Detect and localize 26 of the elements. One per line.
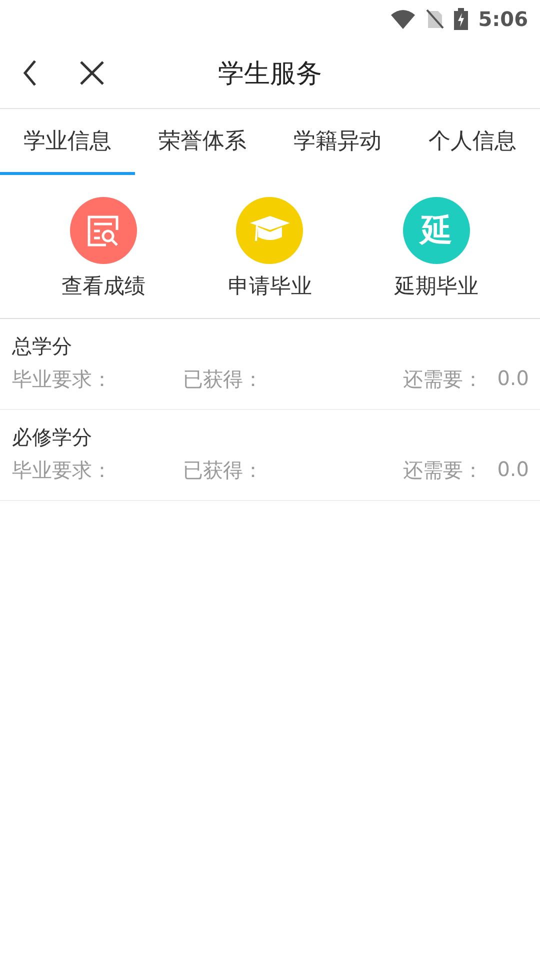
no-sim-icon [426,9,444,29]
field-label: 已获得： [183,366,263,393]
field-value: 0.0 [497,366,529,392]
tab[interactable]: 学籍异动 [270,109,405,175]
service-label[interactable]: 申请毕业 [228,272,312,300]
field-label: 还需要： [403,366,484,393]
tab[interactable]: 个人信息 [405,109,540,175]
service-label[interactable]: 延期毕业 [394,272,479,300]
field-label: 毕业要求： [12,457,112,484]
field-value: 0.0 [497,457,529,483]
service-label[interactable]: 查看成绩 [61,272,146,300]
wifi-icon [390,9,416,29]
service-glyph: 延 [420,210,453,250]
document-search-icon [86,214,120,248]
back-icon [23,60,37,86]
status-time: 5:06 [478,7,528,31]
field-label: 毕业要求： [12,366,112,393]
battery-charging-icon [454,8,468,30]
credit-title: 必修学分 [12,424,93,451]
tab[interactable]: 荣誉体系 [135,109,270,175]
credit-title: 总学分 [12,333,73,360]
tab[interactable]: 学业信息 [0,109,135,175]
field-label: 已获得： [183,457,263,484]
field-label: 还需要： [403,457,484,484]
page-title: 学生服务 [218,58,322,90]
close-icon [80,61,104,85]
